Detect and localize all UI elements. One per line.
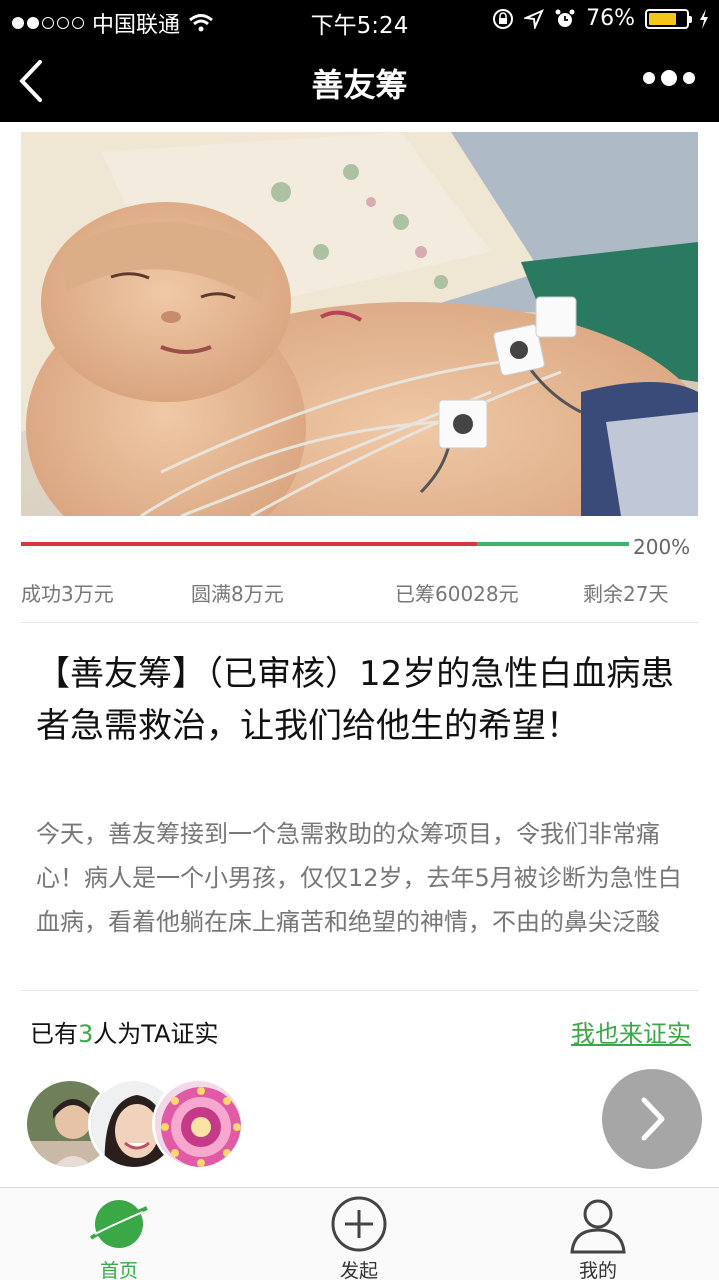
plus-circle-icon	[331, 1196, 387, 1252]
tab-mine[interactable]: 我的	[538, 1188, 658, 1280]
stat-raised: 已筹60028元	[395, 582, 519, 606]
user-icon	[570, 1199, 626, 1254]
charging-icon	[700, 8, 708, 29]
verify-count-text: 已有3人为TA证实	[30, 1020, 219, 1048]
chevron-right-icon	[641, 1097, 665, 1141]
status-right: 76%	[492, 6, 709, 31]
project-title: 【善友筹】（已审核）12岁的急性白血病患者急需救治，让我们给他生的希望！	[36, 654, 675, 746]
bottom-tab-bar: 首页 发起 我的	[0, 1187, 719, 1280]
project-description: 今天，善友筹接到一个急需救助的众筹项目，令我们非常痛心！病人是一个小男孩，仅仅1…	[36, 820, 682, 936]
verifier-avatars	[24, 1078, 264, 1174]
status-bar: 中国联通 下午5:24 76%	[0, 0, 719, 40]
next-arrow-button[interactable]	[602, 1069, 702, 1169]
patient-photo	[21, 132, 698, 516]
stat-success: 成功3万元	[21, 582, 114, 606]
divider	[21, 622, 698, 623]
progress-raised-fill	[21, 542, 477, 546]
fundraising-progress-bar	[21, 542, 629, 546]
funding-stats: 成功3万元 圆满8万元 已筹60028元 剩余27天	[21, 578, 681, 608]
avatar[interactable]	[152, 1078, 244, 1170]
stat-complete: 圆满8万元	[191, 582, 284, 606]
rotation-lock-icon	[493, 8, 514, 29]
battery-percent: 76%	[586, 6, 635, 31]
location-icon	[524, 8, 545, 29]
tab-create[interactable]: 发起	[299, 1188, 419, 1280]
alarm-icon	[555, 9, 575, 27]
tab-home[interactable]: 首页	[59, 1188, 179, 1280]
stat-remaining: 剩余27天	[583, 582, 669, 606]
tab-label: 我的	[578, 1260, 617, 1280]
tab-label: 发起	[339, 1260, 378, 1280]
verify-count: 3	[78, 1020, 94, 1048]
battery-icon	[645, 8, 692, 29]
verify-also-link[interactable]: 我也来证实	[571, 1014, 691, 1049]
progress-percent: 200%	[633, 535, 691, 559]
page-title: 善友筹	[311, 66, 408, 104]
more-dots-icon[interactable]	[643, 70, 695, 86]
planet-icon	[89, 1200, 148, 1248]
divider	[21, 990, 698, 991]
navigation-bar: 善友筹	[0, 40, 719, 122]
tab-label: 首页	[99, 1260, 138, 1280]
